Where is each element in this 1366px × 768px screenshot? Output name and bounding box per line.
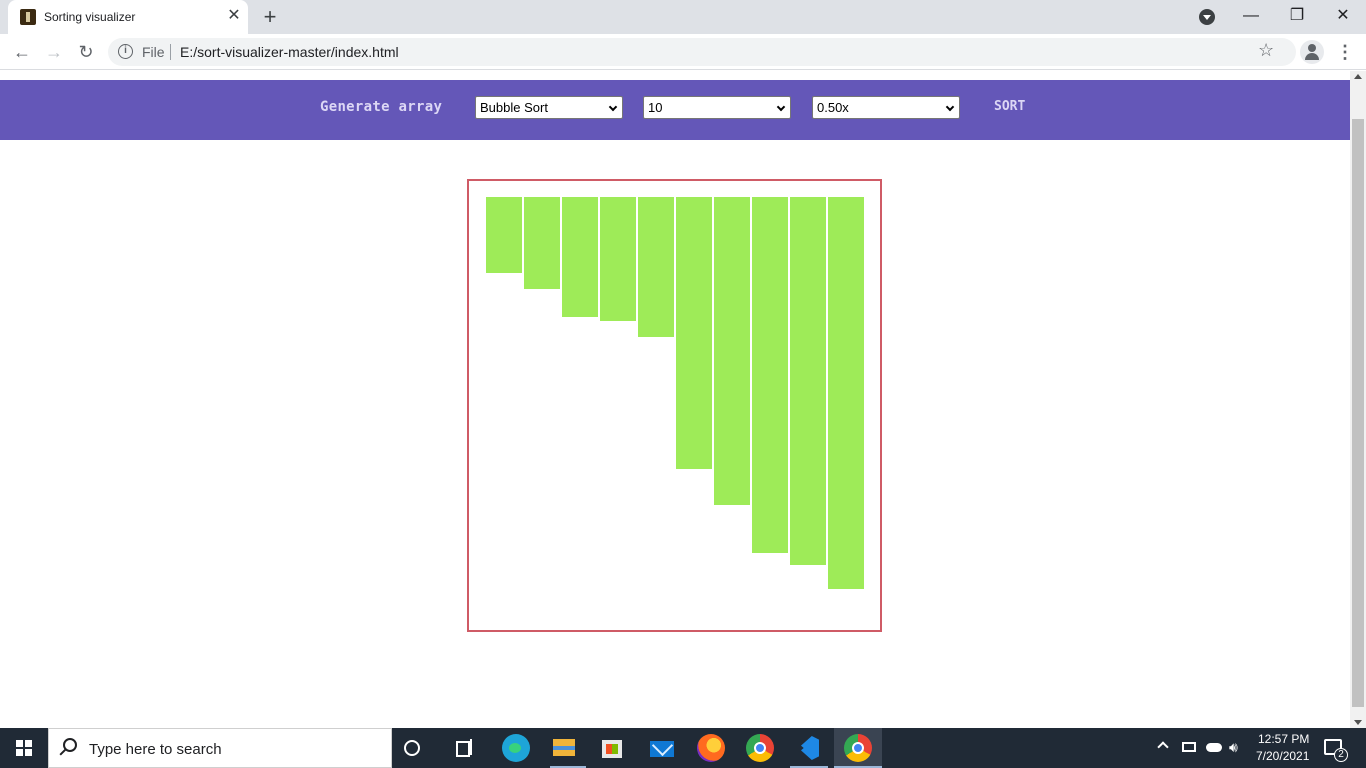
new-tab-button[interactable]: + — [258, 5, 282, 29]
scroll-down-icon[interactable] — [1354, 720, 1362, 725]
bookmark-star-icon[interactable]: ☆ — [1258, 40, 1274, 61]
cortana-icon[interactable] — [404, 740, 420, 756]
chrome-icon[interactable] — [746, 734, 774, 762]
file-explorer-icon[interactable] — [550, 734, 578, 762]
close-window-button[interactable]: ✕ — [1320, 0, 1366, 32]
browser-tab[interactable]: Sorting visualizer ✕ — [8, 0, 248, 34]
array-bar — [828, 197, 864, 589]
firefox-icon[interactable] — [697, 734, 725, 762]
separator — [170, 44, 171, 60]
algorithm-value: Bubble Sort — [480, 100, 548, 115]
store-icon[interactable] — [598, 734, 626, 762]
array-bar — [676, 197, 712, 469]
array-bar — [524, 197, 560, 289]
speed-value: 0.50x — [817, 100, 849, 115]
clock-time[interactable]: 12:57 PM — [1258, 732, 1309, 746]
generate-array-button[interactable]: Generate array — [320, 99, 442, 115]
tab-strip: Sorting visualizer ✕ + — ❐ ✕ — [0, 0, 1366, 34]
clock-date[interactable]: 7/20/2021 — [1256, 749, 1309, 763]
app-navbar: Generate array Bubble Sort 10 0.50x SORT — [0, 80, 1350, 140]
onedrive-icon[interactable] — [1206, 743, 1222, 752]
array-size-select[interactable]: 10 — [643, 96, 791, 119]
browser-toolbar: ← → ↻ i File E:/sort-visualizer-master/i… — [0, 34, 1366, 70]
search-placeholder: Type here to search — [89, 741, 222, 758]
array-bar — [562, 197, 598, 317]
array-bar — [790, 197, 826, 565]
search-icon — [63, 738, 77, 752]
chrome-icon[interactable] — [844, 734, 872, 762]
vertical-scrollbar[interactable] — [1350, 71, 1366, 728]
array-size-value: 10 — [648, 100, 663, 115]
array-bar — [638, 197, 674, 337]
sort-button[interactable]: SORT — [994, 99, 1025, 114]
tab-search-icon[interactable] — [1199, 9, 1215, 25]
array-bar — [600, 197, 636, 321]
profile-icon[interactable] — [1300, 40, 1324, 64]
scheme-label: File — [142, 44, 165, 60]
minimize-button[interactable]: — — [1228, 0, 1274, 32]
forward-arrow-icon[interactable]: → — [40, 38, 68, 66]
menu-icon[interactable]: ⋮ — [1336, 38, 1354, 66]
taskbar-search[interactable]: Type here to search — [48, 728, 392, 768]
chevron-down-icon — [945, 102, 955, 112]
vscode-icon[interactable] — [795, 734, 823, 762]
algorithm-select[interactable]: Bubble Sort — [475, 96, 623, 119]
back-arrow-icon[interactable]: ← — [8, 38, 36, 66]
tab-title: Sorting visualizer — [44, 10, 136, 24]
taskbar: Type here to search 🔊︎ 12:57 PM 7/20/202… — [0, 728, 1366, 768]
chevron-down-icon — [776, 102, 786, 112]
speed-select[interactable]: 0.50x — [812, 96, 960, 119]
url-text[interactable]: E:/sort-visualizer-master/index.html — [180, 44, 399, 60]
reload-icon[interactable]: ↻ — [72, 38, 100, 66]
scroll-up-icon[interactable] — [1354, 74, 1362, 79]
tab-close-icon[interactable]: ✕ — [224, 6, 244, 26]
array-bar — [714, 197, 750, 505]
battery-icon[interactable] — [1182, 742, 1196, 752]
array-bar — [752, 197, 788, 553]
bars-container — [467, 179, 882, 632]
volume-icon[interactable]: 🔊︎ — [1229, 739, 1238, 756]
edge-icon[interactable] — [502, 734, 530, 762]
notification-count: 2 — [1334, 748, 1348, 762]
show-hidden-icons-icon[interactable] — [1157, 741, 1169, 753]
array-bar — [486, 197, 522, 273]
windows-icon — [16, 740, 32, 756]
favicon-icon — [20, 9, 36, 25]
info-icon[interactable]: i — [118, 44, 133, 59]
start-button[interactable] — [0, 728, 48, 768]
restore-button[interactable]: ❐ — [1274, 0, 1320, 32]
scroll-thumb[interactable] — [1352, 119, 1364, 707]
task-view-icon[interactable] — [454, 734, 482, 762]
chevron-down-icon — [608, 102, 618, 112]
mail-icon[interactable] — [648, 734, 676, 762]
page-viewport: Generate array Bubble Sort 10 0.50x SORT — [0, 71, 1350, 728]
address-bar[interactable]: i File E:/sort-visualizer-master/index.h… — [108, 38, 1296, 66]
